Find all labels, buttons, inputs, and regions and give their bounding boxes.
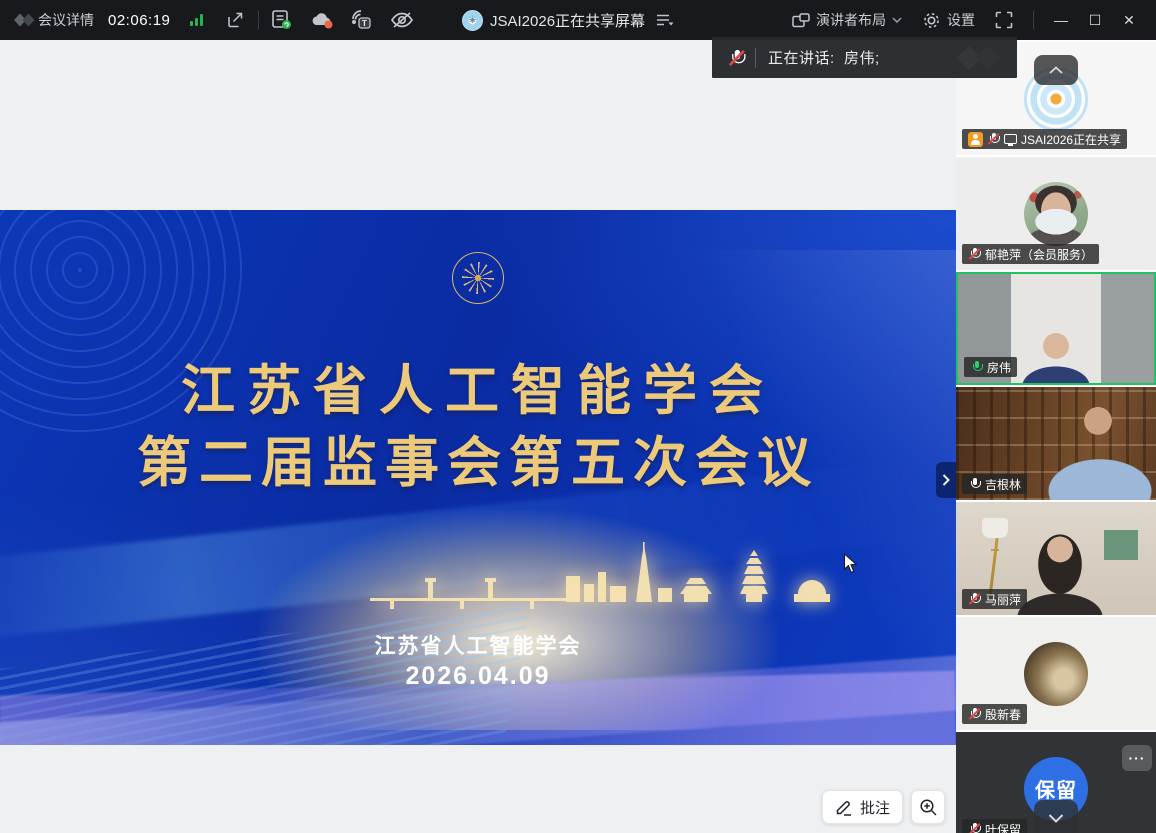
- titlebar: 会议详情 02:06:19 T ✳ JSAI2026正: [0, 0, 1156, 40]
- participant-sidebar: JSAI2026正在共享 郁艳萍（会员服务） 房伟 吉根林: [956, 40, 1156, 833]
- participant-list: JSAI2026正在共享 郁艳萍（会员服务） 房伟 吉根林: [956, 40, 1156, 833]
- participant-tile[interactable]: 殷新春: [956, 617, 1156, 730]
- fullscreen-button[interactable]: [985, 0, 1023, 40]
- participant-name-badge: 吉根林: [962, 474, 1027, 494]
- host-icon: [968, 132, 983, 147]
- participant-name-badge: 叶保留: [962, 819, 1027, 833]
- participant-name: 叶保留: [985, 821, 1021, 833]
- slide-footer-org: 江苏省人工智能学会: [0, 630, 956, 660]
- sidebar-collapse-handle[interactable]: [936, 462, 956, 498]
- chevron-down-icon: [892, 17, 902, 23]
- titlebar-divider: [1033, 11, 1034, 29]
- fullscreen-icon: [995, 11, 1013, 29]
- participant-name: 房伟: [987, 359, 1011, 376]
- meeting-details-button[interactable]: 会议详情: [38, 10, 94, 30]
- hide-view-eye-icon[interactable]: [389, 7, 415, 33]
- open-external-icon[interactable]: [222, 7, 248, 33]
- scroll-up-button[interactable]: [1034, 55, 1078, 85]
- pen-icon: [835, 798, 854, 816]
- association-emblem: [452, 252, 504, 304]
- titlebar-divider: [258, 11, 259, 29]
- sharing-app-logo-icon: ✳: [462, 10, 483, 31]
- layout-icon: [792, 13, 810, 28]
- network-signal-icon[interactable]: [184, 7, 210, 33]
- banner-divider: [755, 48, 756, 68]
- screen-share-icon: [1004, 134, 1017, 144]
- svg-text:T: T: [362, 19, 367, 28]
- presentation-slide: 江苏省人工智能学会 第二届监事会第五次会议 江苏省人工智能学会 2026.04.…: [0, 210, 956, 745]
- city-skyline-graphic: [370, 542, 850, 614]
- annotate-button[interactable]: 批注: [822, 790, 903, 824]
- layout-switch-button[interactable]: 演讲者布局: [782, 0, 912, 40]
- scroll-down-button[interactable]: [1034, 800, 1078, 833]
- slide-title-line2: 第二届监事会第五次会议: [0, 418, 956, 497]
- cloud-record-icon[interactable]: [309, 7, 335, 33]
- mic-status-icon: [987, 132, 1000, 146]
- chevron-up-icon: [1049, 66, 1063, 74]
- participant-name-badge: 马丽萍: [962, 589, 1027, 609]
- speaking-banner: 正在讲话: 房伟;: [712, 37, 1017, 78]
- participant-name: 吉根林: [985, 476, 1021, 493]
- live-caption-icon[interactable]: T: [349, 7, 375, 33]
- participant-name: 马丽萍: [985, 591, 1021, 608]
- annotate-label: 批注: [860, 797, 890, 818]
- mic-status-icon: [968, 247, 981, 261]
- speaking-text: 正在讲话: 房伟;: [768, 47, 880, 68]
- mouse-cursor: [843, 553, 858, 574]
- participant-avatar: [1024, 182, 1088, 246]
- watermark-logo-icon: [953, 43, 1005, 73]
- participant-name: 殷新春: [985, 706, 1021, 723]
- maximize-button[interactable]: ☐: [1078, 0, 1112, 40]
- magnifier-plus-icon: [919, 798, 938, 817]
- participant-name: 郁艳萍（会员服务）: [985, 246, 1093, 263]
- layout-button-label: 演讲者布局: [816, 10, 886, 30]
- chevron-right-icon: [942, 474, 950, 486]
- zoom-in-button[interactable]: [911, 790, 945, 824]
- annotate-toolbar: 批注: [822, 790, 945, 824]
- gear-icon: [922, 11, 941, 30]
- chevron-down-icon: [1048, 814, 1064, 823]
- participant-tile[interactable]: 马丽萍: [956, 502, 1156, 615]
- participant-name-badge: 殷新春: [962, 704, 1027, 724]
- participant-tile[interactable]: 房伟: [956, 272, 1156, 385]
- participant-name-badge: 房伟: [964, 357, 1017, 377]
- participant-tile[interactable]: 吉根林: [956, 387, 1156, 500]
- avatar-initials: 保留: [1035, 774, 1077, 803]
- minimize-button[interactable]: —: [1044, 0, 1078, 40]
- shared-screen-area: 江苏省人工智能学会 第二届监事会第五次会议 江苏省人工智能学会 2026.04.…: [0, 40, 956, 833]
- switch-share-icon[interactable]: [652, 7, 678, 33]
- mic-status-icon: [968, 592, 981, 606]
- participant-tile[interactable]: 郁艳萍（会员服务）: [956, 157, 1156, 270]
- mic-status-icon: [968, 822, 981, 833]
- slide-footer-date: 2026.04.09: [0, 662, 956, 691]
- settings-button[interactable]: 设置: [912, 0, 985, 40]
- mic-status-icon: [968, 477, 981, 491]
- docs-icon[interactable]: [269, 7, 295, 33]
- mic-status-icon: [968, 707, 981, 721]
- mic-status-icon: [970, 360, 983, 374]
- close-button[interactable]: ✕: [1112, 0, 1146, 40]
- participant-more-button[interactable]: ···: [1122, 745, 1152, 771]
- participant-name-badge: JSAI2026正在共享: [962, 129, 1127, 149]
- app-logo-icon: [12, 7, 38, 33]
- meeting-timer: 02:06:19: [108, 12, 170, 29]
- muted-mic-icon: [728, 48, 746, 67]
- settings-label: 设置: [947, 10, 975, 30]
- slide-title-line1: 江苏省人工智能学会: [0, 346, 956, 425]
- participant-name: JSAI2026正在共享: [1021, 131, 1121, 148]
- participant-name-badge: 郁艳萍（会员服务）: [962, 244, 1099, 264]
- participant-avatar: [1024, 642, 1088, 706]
- meeting-window: 会议详情 02:06:19 T ✳ JSAI2026正: [0, 0, 1156, 833]
- sharing-title: JSAI2026正在共享屏幕: [490, 10, 645, 31]
